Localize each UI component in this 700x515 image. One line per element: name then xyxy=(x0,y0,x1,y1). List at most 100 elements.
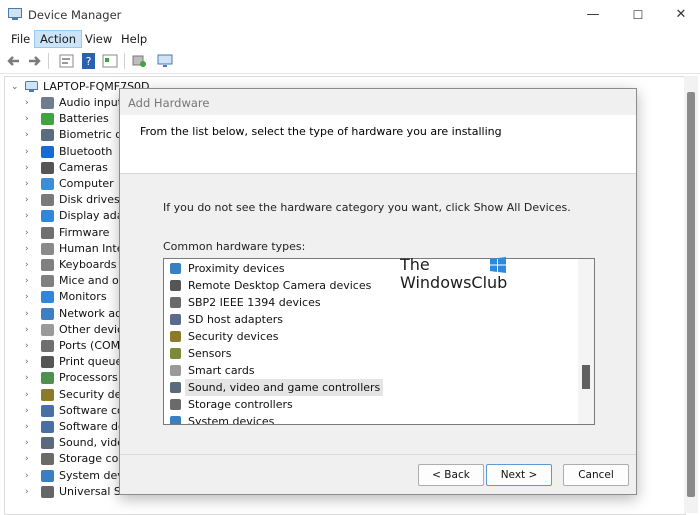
hardware-type-icon xyxy=(170,297,181,308)
chevron-right-icon[interactable]: › xyxy=(25,95,35,111)
hardware-type-icon xyxy=(170,382,181,393)
close-button[interactable]: ✕ xyxy=(658,5,700,25)
chevron-right-icon[interactable]: › xyxy=(25,127,35,143)
forward-arrow-icon[interactable] xyxy=(25,52,43,70)
hardware-type-icon xyxy=(170,263,181,274)
toolbar-separator xyxy=(48,53,49,69)
list-item-selected[interactable]: Sound, video and game controllers xyxy=(168,379,568,396)
tree-item-label: Keyboards xyxy=(59,258,117,271)
window-title: Device Manager xyxy=(28,8,122,22)
menu-file[interactable]: File xyxy=(6,30,35,48)
device-category-icon xyxy=(41,356,54,369)
list-item-label: Sound, video and game controllers xyxy=(185,379,384,396)
next-button[interactable]: Next > xyxy=(486,464,552,486)
chevron-right-icon[interactable]: › xyxy=(25,338,35,354)
chevron-down-icon[interactable]: ⌄ xyxy=(11,79,21,95)
chevron-right-icon[interactable]: › xyxy=(25,419,35,435)
chevron-right-icon[interactable]: › xyxy=(25,484,35,500)
hardware-types-list[interactable]: Proximity devices Remote Desktop Camera d… xyxy=(163,258,595,425)
menu-help[interactable]: Help xyxy=(116,30,152,48)
hardware-type-icon xyxy=(170,365,181,376)
dialog-title: Add Hardware xyxy=(128,96,210,110)
list-item[interactable]: Storage controllers xyxy=(168,396,568,413)
chevron-right-icon[interactable]: › xyxy=(25,403,35,419)
chevron-right-icon[interactable]: › xyxy=(25,354,35,370)
list-item-label: Security devices xyxy=(188,330,279,343)
list-item[interactable]: Smart cards xyxy=(168,362,568,379)
tree-item-label: Batteries xyxy=(59,112,109,126)
device-category-icon xyxy=(41,178,54,190)
toolbar-separator xyxy=(124,53,125,69)
menu-view[interactable]: View xyxy=(80,30,117,48)
dialog-heading: From the list below, select the type of … xyxy=(140,125,502,138)
list-scrollbar-thumb[interactable] xyxy=(582,365,590,389)
dialog-header: From the list below, select the type of … xyxy=(120,115,636,174)
device-category-icon xyxy=(41,307,54,320)
device-category-icon xyxy=(41,404,54,417)
chevron-right-icon[interactable]: › xyxy=(25,322,35,338)
hardware-types-label: Common hardware types: xyxy=(163,240,306,253)
tree-scrollbar-thumb[interactable] xyxy=(687,92,695,497)
device-category-icon xyxy=(41,259,54,271)
chevron-right-icon[interactable]: › xyxy=(25,160,35,176)
maximize-button[interactable]: ☐ xyxy=(615,5,661,25)
help-icon[interactable]: ? xyxy=(80,52,98,70)
device-category-icon xyxy=(41,323,54,336)
device-category-icon xyxy=(41,113,54,126)
list-item[interactable]: Sensors xyxy=(168,345,568,362)
chevron-right-icon[interactable]: › xyxy=(25,273,35,289)
minimize-button[interactable]: — xyxy=(570,5,616,25)
device-category-icon xyxy=(41,161,54,174)
show-hidden-icon[interactable] xyxy=(101,52,119,70)
list-item-label: Smart cards xyxy=(188,364,255,377)
chevron-right-icon[interactable]: › xyxy=(25,176,35,192)
windows-logo-icon xyxy=(490,257,506,273)
scan-hardware-icon[interactable] xyxy=(130,52,148,70)
list-item-label: Remote Desktop Camera devices xyxy=(188,279,372,292)
tree-item-label: Firmware xyxy=(59,225,110,239)
cancel-button[interactable]: Cancel xyxy=(563,464,629,486)
device-category-icon xyxy=(41,210,54,223)
watermark-line2: WindowsClub xyxy=(400,273,508,292)
chevron-right-icon[interactable]: › xyxy=(25,306,35,322)
chevron-right-icon[interactable]: › xyxy=(25,192,35,208)
list-item[interactable]: Security devices xyxy=(168,328,568,345)
hardware-type-icon xyxy=(170,348,181,359)
chevron-right-icon[interactable]: › xyxy=(25,208,35,224)
chevron-right-icon[interactable]: › xyxy=(25,241,35,257)
chevron-right-icon[interactable]: › xyxy=(25,289,35,305)
list-item[interactable]: SD host adapters xyxy=(168,311,568,328)
chevron-right-icon[interactable]: › xyxy=(25,370,35,386)
chevron-right-icon[interactable]: › xyxy=(25,144,35,160)
chevron-right-icon[interactable]: › xyxy=(25,451,35,467)
watermark-line1: The xyxy=(400,255,430,274)
chevron-right-icon[interactable]: › xyxy=(25,435,35,451)
properties-icon[interactable] xyxy=(58,52,76,70)
chevron-right-icon[interactable]: › xyxy=(25,111,35,127)
back-button[interactable]: < Back xyxy=(418,464,484,486)
device-category-icon xyxy=(41,421,54,433)
toolbar: ? xyxy=(0,49,700,74)
chevron-right-icon[interactable]: › xyxy=(25,468,35,484)
computer-icon xyxy=(25,81,38,92)
tree-item-label: Computer xyxy=(59,177,114,190)
tree-scrollbar[interactable] xyxy=(684,76,698,513)
chevron-right-icon[interactable]: › xyxy=(25,257,35,273)
list-item-label: SBP2 IEEE 1394 devices xyxy=(188,296,321,309)
chevron-right-icon[interactable]: › xyxy=(25,387,35,403)
tree-item-label: Cameras xyxy=(59,160,108,174)
list-scrollbar[interactable] xyxy=(578,259,594,424)
monitor-icon[interactable] xyxy=(156,52,174,70)
list-item[interactable]: System devices xyxy=(168,413,568,425)
list-item-label: System devices xyxy=(188,415,275,425)
list-item-label: Proximity devices xyxy=(188,262,285,275)
back-arrow-icon[interactable] xyxy=(5,52,23,70)
menu-bar: File Action View Help xyxy=(0,30,700,48)
device-category-icon xyxy=(41,453,54,466)
device-category-icon xyxy=(41,340,54,352)
device-category-icon xyxy=(41,372,54,385)
menu-action[interactable]: Action xyxy=(34,30,83,48)
watermark-logo: The WindowsClub xyxy=(400,255,520,299)
chevron-right-icon[interactable]: › xyxy=(25,225,35,241)
device-category-icon xyxy=(41,437,54,450)
